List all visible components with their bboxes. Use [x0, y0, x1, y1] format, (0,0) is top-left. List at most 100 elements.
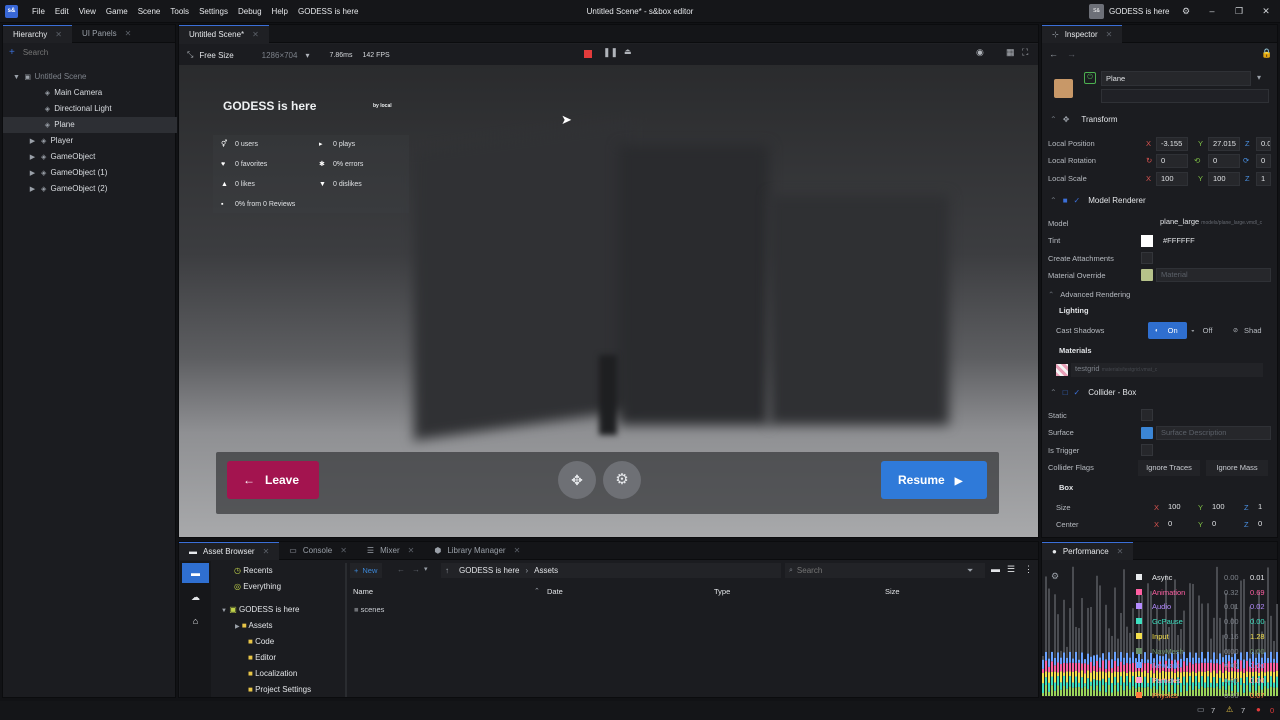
size-y-field[interactable]: 100 [1208, 501, 1238, 515]
tree-item-gameobject-2[interactable]: ▶ ◈ GameObject (2) [3, 181, 177, 197]
tree-project-settings[interactable]: ■ Project Settings [248, 685, 311, 694]
more-icon[interactable]: ⋮ [1024, 564, 1033, 575]
series-swatch[interactable] [1136, 574, 1142, 580]
eject-icon[interactable]: ⏏ [624, 47, 632, 56]
series-swatch[interactable] [1136, 632, 1142, 639]
cast-shadows-on[interactable]: ◐ On [1148, 322, 1187, 339]
tree-project[interactable]: ▼ ▣ GODESS is here [221, 605, 299, 614]
size-mode-label[interactable]: Free Size [199, 51, 233, 60]
tab-untitled-scene[interactable]: Untitled Scene* ✕ [179, 24, 269, 43]
add-icon[interactable]: + [9, 47, 15, 58]
position-x-field[interactable]: -3.155 [1156, 137, 1188, 151]
error-icon[interactable]: ● [1256, 705, 1261, 714]
filter-icon[interactable]: ⏷ [967, 566, 973, 576]
surface-field[interactable]: Surface Description [1156, 426, 1271, 440]
tint-swatch[interactable] [1141, 235, 1153, 247]
folder-view-icon[interactable]: ▬ [991, 564, 1000, 574]
gamepad-icon[interactable]: ✥ [558, 461, 596, 499]
object-name-field[interactable]: Plane [1101, 71, 1251, 86]
scale-y-field[interactable]: 100 [1208, 172, 1240, 186]
material-override-field[interactable]: Material [1156, 268, 1271, 282]
perf-row[interactable]: Animation 0.32 0.69 [1136, 586, 1272, 600]
menu-project[interactable]: GODESS is here [293, 0, 363, 23]
tree-assets[interactable]: ▶ ■ Assets [235, 621, 273, 630]
series-swatch[interactable] [1136, 691, 1142, 698]
transform-header[interactable]: ⌃ ✥ Transform [1044, 112, 1272, 128]
tree-item-directional-light[interactable]: ◈ Directional Light [3, 101, 177, 117]
asset-search-input[interactable] [796, 566, 967, 575]
new-button[interactable]: + New [350, 563, 382, 578]
tree-localization[interactable]: ■ Localization [248, 669, 297, 678]
signal-icon[interactable]: ◉ [976, 47, 984, 58]
grid-icon[interactable]: ▦ [1006, 47, 1015, 58]
history-dropdown-icon[interactable]: ▾ [424, 565, 428, 573]
size-z-field[interactable]: 1 [1254, 501, 1270, 515]
settings-icon[interactable]: ⚙ [603, 461, 641, 499]
tab-asset-browser[interactable]: ▬ Asset Browser ✕ [179, 541, 280, 560]
close-icon[interactable]: ✕ [340, 546, 347, 555]
rotation-z-field[interactable]: 0 [1256, 154, 1271, 168]
column-type[interactable]: Type [714, 587, 730, 596]
fullscreen-icon[interactable]: ⛶ [1022, 47, 1028, 58]
close-icon[interactable]: ✕ [263, 547, 270, 556]
minimize-icon[interactable]: – [1199, 0, 1225, 23]
perf-row[interactable]: Input 0.16 1.28 [1136, 630, 1272, 644]
perf-row[interactable]: Network 0.00 0.00 [1136, 659, 1272, 673]
cloud-icon[interactable]: ☁ [182, 587, 209, 607]
tree-item-plane[interactable]: ◈ Plane [3, 117, 177, 133]
tab-ui-panels[interactable]: UI Panels ✕ [72, 25, 141, 43]
tree-item-gameobject[interactable]: ▶ ◈ GameObject [3, 149, 177, 165]
collider-header[interactable]: ⌃ □ ✓ Collider - Box [1044, 385, 1272, 401]
store-icon[interactable]: ⌂ [182, 611, 209, 631]
chevron-down-icon[interactable]: ▾ [305, 51, 309, 60]
center-y-field[interactable]: 0 [1208, 518, 1238, 532]
chevron-right-icon[interactable]: ▶ [28, 182, 37, 198]
column-size[interactable]: Size [885, 587, 900, 596]
perf-row[interactable]: GcPause 0.00 0.00 [1136, 615, 1272, 629]
rotation-y-field[interactable]: 0 [1208, 154, 1240, 168]
enabled-icon[interactable]: ⏻ [1084, 72, 1096, 84]
tab-console[interactable]: ▭ Console ✕ [279, 542, 357, 560]
series-swatch[interactable] [1136, 647, 1142, 654]
close-icon[interactable]: ✕ [408, 546, 415, 555]
tree-item-gameobject-1[interactable]: ▶ ◈ GameObject (1) [3, 165, 177, 181]
center-z-field[interactable]: 0 [1254, 518, 1270, 532]
series-swatch[interactable] [1136, 676, 1142, 683]
advanced-rendering-toggle[interactable]: ⌃ Advanced Rendering [1048, 290, 1130, 299]
close-icon[interactable]: ✕ [252, 30, 259, 39]
close-icon[interactable]: ✕ [55, 30, 62, 39]
close-icon[interactable]: ✕ [1106, 30, 1113, 39]
tint-value[interactable]: #FFFFFF [1163, 236, 1195, 245]
material-slot[interactable]: testgrid materials/testgrid.vmat_c [1071, 363, 1263, 377]
perf-row[interactable]: Audio 0.01 0.02 [1136, 600, 1272, 614]
game-viewport[interactable]: GODESS is here by local ⚥ 0 users ▸ 0 play… [179, 65, 1038, 537]
series-swatch[interactable] [1136, 588, 1142, 595]
chevron-down-icon[interactable]: ▼ [12, 70, 21, 86]
maximize-icon[interactable]: ❐ [1226, 0, 1252, 23]
message-icon[interactable]: ▭ [1197, 705, 1205, 714]
menu-file[interactable]: File [27, 0, 50, 23]
checkbox-icon[interactable]: ✓ [1074, 196, 1081, 205]
rotation-x-field[interactable]: 0 [1156, 154, 1188, 168]
resume-button[interactable]: Resume ▶ [881, 461, 987, 499]
cast-shadows-off[interactable]: ◒ Off [1191, 322, 1213, 339]
tab-hierarchy[interactable]: Hierarchy ✕ [3, 24, 72, 43]
menu-tools[interactable]: Tools [165, 0, 194, 23]
cast-shadows-only[interactable]: ⊘ Shad [1233, 322, 1262, 339]
position-y-field[interactable]: 27.015 [1208, 137, 1240, 151]
up-arrow-icon[interactable]: ↑ [445, 566, 449, 575]
breadcrumb-assets[interactable]: Assets [534, 566, 558, 575]
project-badge[interactable]: GODESS is here [1109, 0, 1169, 23]
perf-row[interactable]: Particles 0.00 0.00 [1136, 674, 1272, 688]
scale-z-field[interactable]: 1 [1256, 172, 1271, 186]
chevron-up-icon[interactable]: ⌃ [1050, 388, 1057, 397]
column-date[interactable]: Date [547, 587, 563, 596]
menu-view[interactable]: View [74, 0, 101, 23]
tree-item-player[interactable]: ▶ ◈ Player [3, 133, 177, 149]
trigger-checkbox[interactable] [1141, 444, 1153, 456]
series-swatch[interactable] [1136, 618, 1142, 625]
ignore-mass-toggle[interactable]: Ignore Mass [1206, 460, 1268, 476]
breadcrumb-project[interactable]: GODESS is here [459, 566, 519, 575]
tree-everything[interactable]: ◎ Everything [234, 582, 281, 591]
local-assets-icon[interactable]: ▬ [182, 563, 209, 583]
